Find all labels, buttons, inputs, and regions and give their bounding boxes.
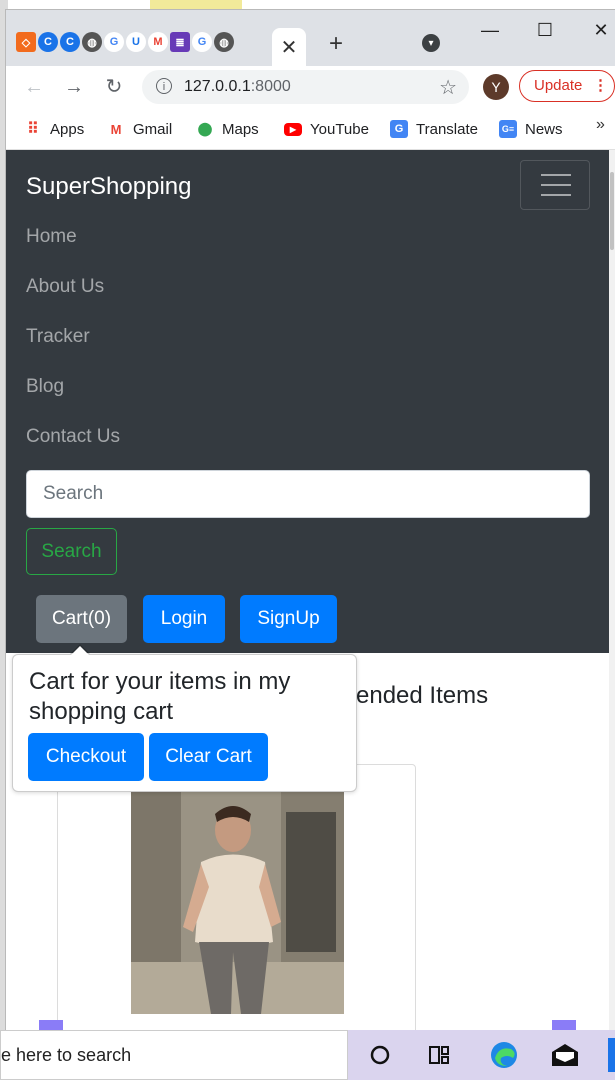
nav-link-blog[interactable]: Blog (26, 376, 64, 398)
tab-favicon-forms[interactable]: ≣ (170, 32, 190, 52)
news-icon: G≡ (499, 120, 517, 138)
bookmark-label: Gmail (133, 120, 173, 138)
bookmark-gmail[interactable]: M Gmail (107, 118, 173, 140)
edge-icon-svg (491, 1042, 517, 1068)
task-view-icon[interactable] (424, 1040, 454, 1070)
desktop-top (0, 0, 615, 10)
carousel-prev-icon[interactable] (39, 1020, 63, 1030)
product-photo-illustration (131, 792, 344, 1014)
recommended-items-heading: mended Items (336, 682, 489, 709)
apps-grid-icon: ⠿ (27, 121, 39, 138)
reload-icon[interactable]: ↻ (100, 73, 128, 101)
cart-button[interactable]: Cart(0) (36, 595, 127, 643)
cortana-icon-svg (370, 1045, 390, 1065)
site-info-icon[interactable]: i (156, 78, 172, 94)
site-brand[interactable]: SuperShopping (26, 173, 191, 201)
scrollbar-thumb[interactable] (610, 172, 614, 250)
nav-link-tracker[interactable]: Tracker (26, 326, 90, 348)
tab-favicon-orange[interactable]: ◇ (16, 32, 36, 52)
tab-close-icon[interactable]: ✕ (281, 35, 298, 60)
page-scrollbar[interactable] (609, 150, 615, 1030)
forward-arrow-icon[interactable]: → (60, 73, 88, 101)
bookmark-apps[interactable]: ⠿ Apps (24, 118, 84, 140)
url-text[interactable]: 127.0.0.1:8000 (184, 78, 291, 96)
navbar-toggler-button[interactable] (520, 160, 590, 210)
clear-cart-button[interactable]: Clear Cart (149, 733, 268, 781)
popover-arrow-inner (70, 645, 90, 656)
search-input[interactable]: Search (26, 470, 590, 518)
signup-button[interactable]: SignUp (240, 595, 337, 643)
tab-favicon-globe-2[interactable]: ◍ (214, 32, 234, 52)
hamburger-icon-bar (541, 194, 571, 196)
login-button[interactable]: Login (143, 595, 225, 643)
more-bookmarks-icon[interactable]: » (596, 116, 605, 134)
menu-dots-icon: ⋮ (593, 77, 608, 94)
maps-icon: ⬤ (197, 121, 213, 136)
tab-favicon-c-blue[interactable]: C (38, 32, 58, 52)
tab-favicon-c-blue-2[interactable]: C (60, 32, 80, 52)
mail-icon[interactable] (550, 1040, 580, 1070)
windows-taskbar: e here to search (0, 1030, 615, 1080)
bookmark-news[interactable]: G≡ News (499, 118, 563, 140)
tab-search-icon[interactable]: ▾ (422, 34, 440, 52)
bookmark-label: Translate (416, 120, 478, 138)
edge-browser-icon[interactable] (489, 1040, 519, 1070)
tab-strip: ◇ C C ◍ G U M ≣ G ◍ ✕ + ▾ — ☐ ✕ (6, 10, 615, 66)
tab-favicon-u[interactable]: U (126, 32, 146, 52)
hamburger-icon-bar (541, 184, 571, 186)
cortana-circle-icon[interactable] (365, 1040, 395, 1070)
bookmark-label: YouTube (310, 120, 369, 138)
close-window-icon[interactable]: ✕ (586, 18, 615, 42)
tab-favicon-google[interactable]: G (104, 32, 124, 52)
task-view-icon-svg (429, 1046, 449, 1064)
browser-toolbar: ← → ↻ i 127.0.0.1:8000 ☆ Y Update ⋮ (6, 66, 615, 108)
active-tab[interactable]: ✕ (272, 28, 306, 66)
tab-favicon-gmail[interactable]: M (148, 32, 168, 52)
cart-popover: Cart for your items in my shopping cart … (12, 654, 357, 792)
taskbar-app-indicator[interactable] (608, 1038, 615, 1072)
tab-favicon-globe[interactable]: ◍ (82, 32, 102, 52)
browser-window: ◇ C C ◍ G U M ≣ G ◍ ✕ + ▾ — ☐ ✕ ← → ↻ i … (6, 10, 615, 1030)
product-image[interactable] (131, 792, 344, 1014)
bookmark-maps[interactable]: ⬤ Maps (196, 118, 259, 140)
bookmarks-bar: ⠿ Apps M Gmail ⬤ Maps ▶ YouTube G Translate G… (6, 108, 615, 150)
new-tab-button[interactable]: + (324, 32, 348, 56)
tab-favicon-google-2[interactable]: G (192, 32, 212, 52)
pinned-tabs: ◇ C C ◍ G U M ≣ G ◍ (16, 28, 234, 56)
search-button[interactable]: Search (26, 528, 117, 575)
youtube-icon: ▶ (284, 122, 302, 136)
page-content: SuperShopping Home About Us Tracker Blog… (6, 150, 615, 1030)
back-arrow-icon[interactable]: ← (20, 73, 48, 101)
nav-link-about[interactable]: About Us (26, 276, 104, 298)
bookmark-translate[interactable]: G Translate (390, 118, 478, 140)
nav-link-home[interactable]: Home (26, 226, 77, 248)
desktop-window-edge (150, 0, 242, 10)
checkout-button[interactable]: Checkout (28, 733, 144, 781)
url-port: :8000 (250, 78, 291, 95)
bookmark-label: News (525, 120, 563, 138)
profile-avatar[interactable]: Y (483, 74, 509, 100)
gmail-icon: M (110, 121, 122, 137)
carousel-next-icon[interactable] (552, 1020, 576, 1030)
bookmark-star-icon[interactable]: ☆ (439, 75, 457, 100)
bookmark-label: Apps (50, 120, 85, 138)
nav-link-contact[interactable]: Contact Us (26, 426, 120, 448)
bookmark-label: Maps (222, 120, 259, 138)
update-button[interactable]: Update ⋮ (519, 70, 615, 102)
minimize-icon[interactable]: — (475, 18, 505, 42)
maximize-icon[interactable]: ☐ (530, 18, 560, 42)
bookmark-youtube[interactable]: ▶ YouTube (284, 118, 369, 140)
url-host: 127.0.0.1 (184, 78, 251, 95)
address-bar[interactable]: i 127.0.0.1:8000 ☆ (142, 70, 469, 104)
mail-icon-svg (552, 1044, 578, 1066)
translate-icon: G (390, 120, 408, 138)
site-navbar: SuperShopping Home About Us Tracker Blog… (6, 150, 615, 653)
popover-title: Cart for your items in my shopping cart (29, 668, 291, 725)
hamburger-icon (541, 174, 571, 176)
update-label: Update (534, 77, 583, 94)
taskbar-search-box[interactable]: e here to search (0, 1030, 348, 1080)
